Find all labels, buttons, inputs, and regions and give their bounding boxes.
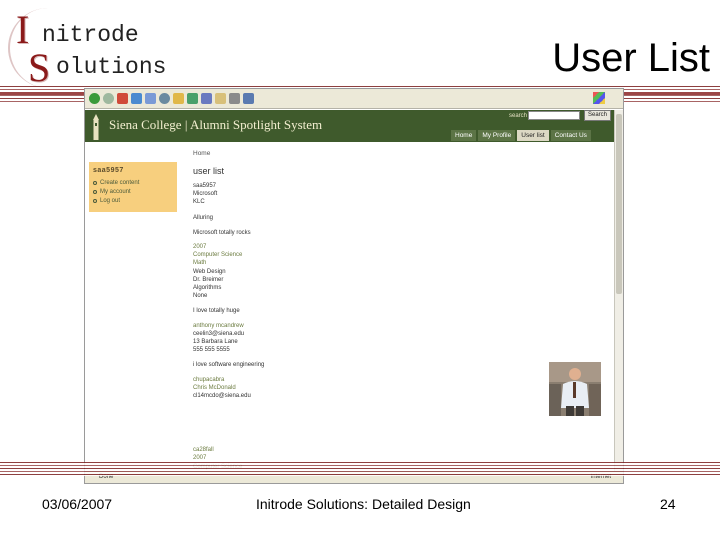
user-entry: saa5957 Microsoft KLC Alluring Microsoft tot… [193,182,493,237]
sidebar-link-label: Log out [100,197,121,204]
user-field-link[interactable]: 2007 [193,243,493,251]
user-field: 555 555 5555 [193,347,230,354]
back-icon[interactable] [89,93,100,104]
site-search-button[interactable]: Search [584,110,612,121]
user-field: Dr. Breimer [193,276,224,283]
user-field: Algorithms [193,285,222,292]
history-icon[interactable] [201,93,212,104]
slide-title: User List [552,36,710,80]
page-viewport: Siena College | Alumni Spotlight System … [85,110,615,472]
bullet-icon [93,189,97,194]
sidebar-link-log-out[interactable]: Log out [93,196,177,205]
main-content: Home user list saa5957 Microsoft KLC Alluri… [193,150,493,472]
sidebar-link-label: My account [100,188,131,195]
nav-tab-home[interactable]: Home [451,130,477,141]
page-scrollbar[interactable] [614,110,623,472]
user-field: Microsoft totally rocks [193,229,251,236]
company-logo: I nitrode S olutions [8,7,168,88]
bullet-icon [93,198,97,203]
print-icon[interactable] [229,93,240,104]
user-list: saa5957 Microsoft KLC Alluring Microsoft tot… [193,182,493,472]
user-field: Web Design [193,268,226,275]
site-header: Siena College | Alumni Spotlight System … [85,110,615,142]
user-field-link[interactable]: Computer Science [193,251,493,259]
search-icon[interactable] [159,93,170,104]
logo-initial-i: I [16,7,30,52]
footer-date: 03/06/2007 [42,496,113,512]
user-field: I love totally huge [193,308,240,315]
breadcrumb[interactable]: Home [193,150,493,157]
refresh-icon[interactable] [131,93,142,104]
user-photo [549,362,601,416]
logo-initial-s: S [28,45,51,90]
forward-icon[interactable] [103,93,114,104]
user-field-link[interactable]: ca28fall [193,446,493,454]
logo-word-2: olutions [56,54,167,80]
college-tower-icon [93,114,99,140]
user-sidebar: saa5957 Create content My account Log ou… [89,162,177,212]
browser-window: Siena College | Alumni Spotlight System … [84,88,624,484]
user-field-link[interactable]: anthony mcandrew [193,322,493,330]
site-nav: Home My Profile User list Contact Us [451,130,591,141]
bullet-icon [93,180,97,185]
sidebar-link-my-account[interactable]: My account [93,187,177,196]
site-search-input[interactable] [528,111,580,120]
stop-icon[interactable] [117,93,128,104]
user-entry: 2007 Computer Science Math Web Design Dr. Br… [193,243,493,316]
slide-number: 24 [660,496,676,512]
user-field: ceelin3@siena.edu [193,330,245,337]
footer-title: Initrode Solutions: Detailed Design [256,496,471,512]
user-field: 13 Barbara Lane [193,339,238,346]
windows-logo-icon [593,92,605,104]
user-field: cl14mcdo@siena.edu [193,393,251,400]
user-field-link[interactable]: Math [193,259,493,267]
page-heading: user list [193,166,225,176]
user-field: saa5957 [193,183,217,189]
nav-tab-contact-us[interactable]: Contact Us [550,130,591,141]
user-field: KLC [193,199,205,206]
sidebar-link-create-content[interactable]: Create content [93,178,177,187]
user-entry: chupacabra Chris McDonald cl14mcdo@siena.e… [193,376,493,401]
user-entry: anthony mcandrew ceelin3@siena.edu 13 Barb… [193,322,493,370]
user-field-link[interactable]: Chris McDonald [193,384,493,392]
user-field: Alluring [193,214,214,221]
user-field: Microsoft [193,191,218,198]
favorites-icon[interactable] [173,93,184,104]
nav-tab-my-profile[interactable]: My Profile [478,130,516,141]
logo-word-1: nitrode [42,22,139,48]
user-field-link[interactable]: chupacabra [193,376,493,384]
user-field: None [193,293,208,300]
footer-rule [0,462,720,476]
user-field: i love software engineering [193,362,265,369]
search-label: search [509,113,528,119]
browser-toolbar [85,89,623,109]
nav-tab-user-list[interactable]: User list [517,130,549,141]
sidebar-username: saa5957 [93,167,124,174]
edit-icon[interactable] [243,93,254,104]
home-icon[interactable] [145,93,156,104]
media-icon[interactable] [187,93,198,104]
mail-icon[interactable] [215,93,226,104]
sidebar-link-label: Create content [100,179,140,186]
site-title: Siena College | Alumni Spotlight System [109,117,323,132]
